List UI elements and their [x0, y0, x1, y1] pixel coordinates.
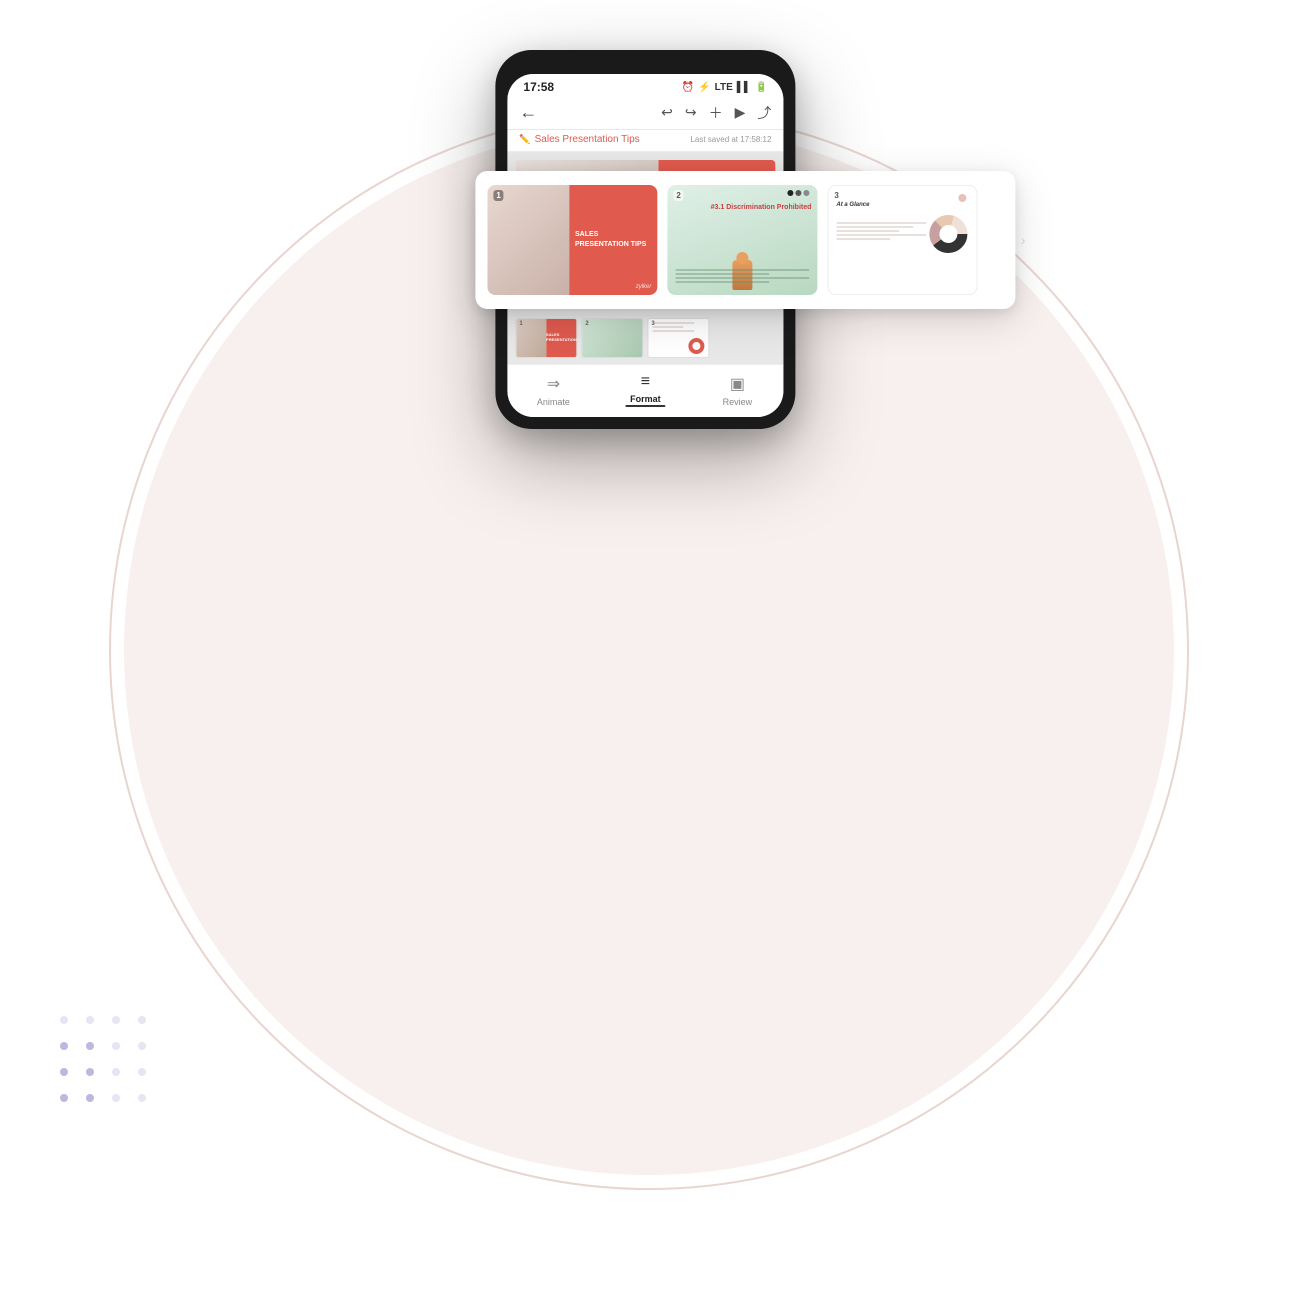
slide-2-title: #3.1 Discrimination Prohibited — [711, 203, 812, 212]
lte-icon: LTE — [715, 82, 733, 93]
toolbar-icons: ↩ ↪ ＋ ▶ ⤴ — [661, 103, 771, 123]
tab-format[interactable]: ≡ Format — [599, 373, 691, 407]
slide-2-number: 2 — [673, 190, 683, 201]
slide-2-lines — [675, 269, 809, 285]
thumb-3-line-3 — [652, 330, 694, 332]
tab-active-indicator — [625, 405, 665, 407]
review-icon: ▣ — [730, 374, 745, 394]
play-button[interactable]: ▶ — [735, 104, 746, 121]
thumb-3-line-2 — [652, 326, 683, 328]
animate-icon: ⇒ — [547, 374, 560, 394]
thumb-3-donut — [688, 338, 704, 354]
thumbnail-strip: 1 SALES PRESENTATION 2 3 — [507, 314, 783, 364]
signal-icon: ▌▌ — [737, 82, 751, 93]
slide-panel-popup: 1 SALES PRESENTATION TIPS zylker 2 #3.1 … — [475, 171, 1015, 309]
add-button[interactable]: ＋ — [709, 103, 723, 123]
slide-1-number: 1 — [493, 190, 503, 201]
thumbnail-2[interactable]: 2 — [581, 318, 643, 358]
thumb-3-line-1 — [652, 322, 694, 324]
slide-1-brand: zylker — [636, 284, 652, 290]
format-label: Format — [630, 394, 661, 404]
thumb-1-number: 1 — [519, 321, 522, 327]
share-button[interactable]: ⤴ — [757, 103, 771, 123]
doc-title-bar: Sales Presentation Tips Last saved at 17… — [507, 130, 783, 152]
slide-3-accent-dot — [958, 194, 966, 202]
thumbnail-1[interactable]: 1 SALES PRESENTATION — [515, 318, 577, 358]
slide-1-title: SALES PRESENTATION TIPS — [575, 230, 651, 250]
review-label: Review — [723, 397, 753, 407]
thumb-2-number: 2 — [585, 321, 588, 327]
slide-3-lines — [836, 222, 926, 242]
thumb-1-text: SALES PRESENTATION — [546, 333, 577, 343]
slide-1-red-box: SALES PRESENTATION TIPS — [569, 185, 657, 295]
panel-slide-3[interactable]: 3 At a Glance — [827, 185, 977, 295]
phone-notch — [605, 62, 685, 68]
phone-mockup: 1 SALES PRESENTATION TIPS zylker 2 #3.1 … — [495, 50, 815, 429]
slide-1-bg — [487, 185, 572, 295]
status-bar: 17:58 ⏰ ⚡ LTE ▌▌ 🔋 — [507, 74, 783, 98]
thumb-2-image — [582, 319, 642, 357]
toolbar: ← ↩ ↪ ＋ ▶ ⤴ — [507, 98, 783, 130]
doc-title: Sales Presentation Tips — [519, 134, 639, 145]
tab-review[interactable]: ▣ Review — [691, 374, 783, 407]
status-icons: ⏰ ⚡ LTE ▌▌ 🔋 — [682, 82, 768, 93]
status-time: 17:58 — [523, 80, 554, 94]
slide-3-title: At a Glance — [836, 202, 968, 208]
animate-label: Animate — [537, 397, 570, 407]
alarm-icon: ⏰ — [682, 82, 694, 93]
panel-arrow-icon: › — [1021, 232, 1026, 248]
bluetooth-icon: ⚡ — [698, 82, 710, 93]
format-icon: ≡ — [641, 373, 650, 391]
thumb-1-red-box: SALES PRESENTATION — [546, 319, 576, 357]
doc-saved: Last saved at 17:58:12 — [690, 135, 771, 144]
undo-button[interactable]: ↩ — [661, 104, 673, 121]
slide-2-color-dots — [787, 190, 809, 196]
back-button[interactable]: ← — [519, 102, 537, 123]
thumbnail-3[interactable]: 3 — [647, 318, 709, 358]
panel-slide-2[interactable]: 2 #3.1 Discrimination Prohibited — [667, 185, 817, 295]
tab-animate[interactable]: ⇒ Animate — [507, 374, 599, 407]
slide-3-number: 3 — [834, 191, 838, 200]
redo-button[interactable]: ↪ — [685, 104, 697, 121]
thumb-3-number: 3 — [651, 321, 654, 327]
panel-slide-1[interactable]: 1 SALES PRESENTATION TIPS zylker — [487, 185, 657, 295]
dot-grid-decoration — [60, 1016, 146, 1120]
slide-3-donut-chart — [928, 214, 968, 254]
thumb-3-content — [648, 319, 708, 357]
tab-bar: ⇒ Animate ≡ Format ▣ Review — [507, 364, 783, 417]
battery-icon: 🔋 — [755, 82, 767, 93]
